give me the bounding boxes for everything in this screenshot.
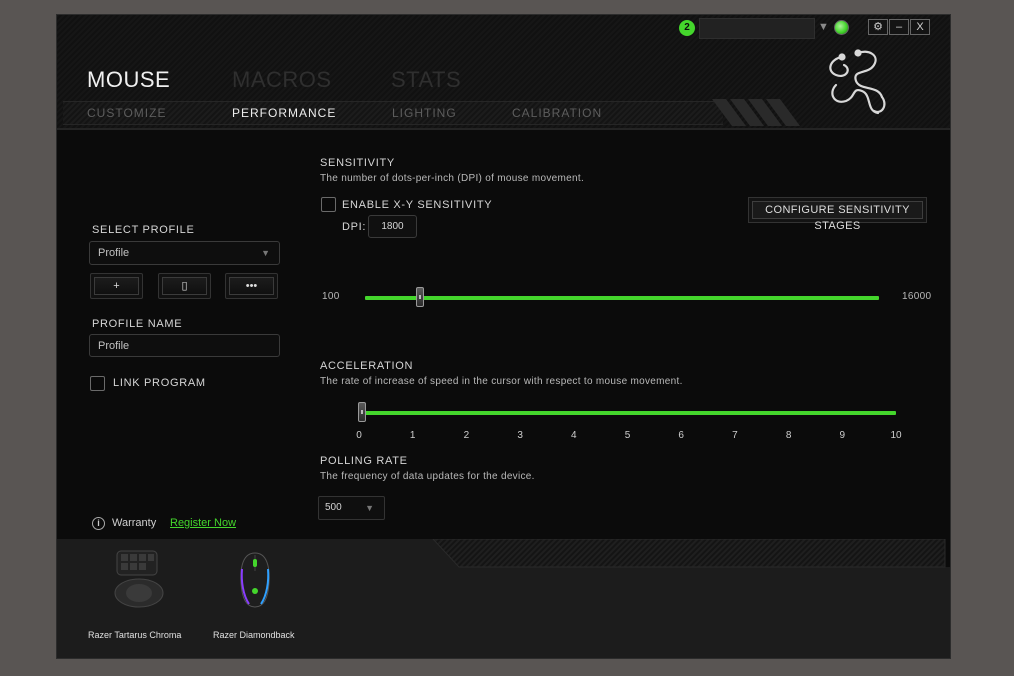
device-name-tartarus[interactable]: Razer Tartarus Chroma: [88, 630, 181, 640]
subtab-performance[interactable]: PERFORMANCE: [232, 106, 336, 120]
subtab-lighting[interactable]: LIGHTING: [392, 106, 457, 120]
chevron-down-icon: ▼: [261, 248, 270, 258]
acceleration-tick-label: 5: [624, 430, 631, 441]
warranty-label: Warranty: [112, 517, 157, 529]
minimize-button[interactable]: –: [889, 19, 909, 35]
acceleration-description: The rate of increase of speed in the cur…: [320, 376, 683, 387]
chevron-down-icon: ▼: [365, 503, 374, 513]
device-tray-decoration: [57, 539, 950, 568]
acceleration-tick-label: 6: [678, 430, 684, 441]
acceleration-title: ACCELERATION: [320, 360, 414, 372]
tab-macros[interactable]: MACROS: [232, 67, 332, 93]
window-controls: ⚙ – X: [868, 19, 931, 35]
subtab-customize[interactable]: CUSTOMIZE: [87, 106, 166, 120]
online-status-icon[interactable]: [834, 20, 849, 35]
acceleration-slider-thumb[interactable]: [358, 402, 366, 422]
settings-gear-icon[interactable]: ⚙: [868, 19, 888, 35]
acceleration-tick-label: 3: [517, 430, 523, 441]
account-dropdown-icon[interactable]: ▼: [818, 21, 829, 33]
sensitivity-max-label: 16000: [902, 291, 932, 302]
info-icon: i: [92, 517, 105, 530]
acceleration-tick-label: 1: [409, 430, 416, 441]
delete-profile-button[interactable]: ▯: [158, 273, 211, 299]
acceleration-tick-label: 7: [732, 430, 738, 441]
notification-badge[interactable]: 2: [679, 20, 695, 36]
sensitivity-description: The number of dots-per-inch (DPI) of mou…: [320, 173, 585, 184]
trash-icon: ▯: [162, 277, 207, 295]
dpi-label: DPI:: [342, 221, 367, 233]
link-program-label: LINK PROGRAM: [113, 377, 206, 389]
subtab-calibration[interactable]: CALIBRATION: [512, 106, 602, 120]
acceleration-tick-label: 0: [356, 430, 362, 441]
configure-sensitivity-label: CONFIGURE SENSITIVITY STAGES: [752, 201, 923, 232]
acceleration-tick-label: 8: [785, 430, 792, 441]
profile-name-value: Profile: [98, 340, 130, 352]
razer-logo-icon: [829, 49, 886, 115]
device-name-diamondback[interactable]: Razer Diamondback: [213, 630, 295, 640]
sensitivity-slider-thumb[interactable]: [415, 287, 424, 307]
synapse-window: 2 ▼ ⚙ – X MOUSE MACROS STATS CUSTOMIZE P…: [56, 14, 951, 659]
acceleration-tick-label: 4: [571, 430, 577, 441]
decorative-stripes: [712, 99, 800, 126]
tab-stats[interactable]: STATS: [391, 67, 461, 93]
profile-name-label: PROFILE NAME: [92, 318, 183, 330]
profile-options-button[interactable]: •••: [225, 273, 278, 299]
plus-icon: +: [94, 277, 139, 295]
close-button[interactable]: X: [910, 19, 930, 35]
polling-rate-select[interactable]: 500 ▼: [318, 496, 385, 520]
dpi-input[interactable]: 1800: [368, 215, 417, 238]
xy-sensitivity-label: ENABLE X-Y SENSITIVITY: [342, 199, 493, 211]
acceleration-slider-track[interactable]: [359, 411, 896, 415]
polling-rate-value: 500: [325, 502, 342, 513]
header-divider: [57, 128, 950, 130]
link-program-checkbox[interactable]: [90, 376, 105, 391]
add-profile-button[interactable]: +: [90, 273, 143, 299]
account-field[interactable]: [699, 18, 815, 39]
select-profile-label: SELECT PROFILE: [92, 224, 195, 236]
acceleration-tick-label: 2: [463, 430, 470, 441]
diamondback-device-icon[interactable]: [237, 551, 273, 609]
polling-rate-title: POLLING RATE: [320, 455, 408, 467]
tartarus-device-icon[interactable]: [112, 549, 167, 609]
acceleration-tick-label: 10: [890, 430, 902, 441]
register-now-link[interactable]: Register Now: [170, 517, 236, 529]
sensitivity-title: SENSITIVITY: [320, 157, 395, 169]
profile-select-value: Profile: [98, 247, 130, 259]
profile-name-input[interactable]: Profile: [89, 334, 280, 357]
sensitivity-min-label: 100: [322, 291, 340, 302]
xy-sensitivity-checkbox[interactable]: [321, 197, 336, 212]
sensitivity-slider-track[interactable]: [365, 296, 879, 300]
acceleration-tick-label: 9: [839, 430, 846, 441]
tab-mouse[interactable]: MOUSE: [87, 67, 170, 93]
profile-select[interactable]: Profile ▼: [89, 241, 280, 265]
more-icon: •••: [229, 277, 274, 295]
configure-sensitivity-stages-button[interactable]: CONFIGURE SENSITIVITY STAGES: [748, 197, 927, 232]
polling-rate-description: The frequency of data updates for the de…: [320, 471, 535, 482]
